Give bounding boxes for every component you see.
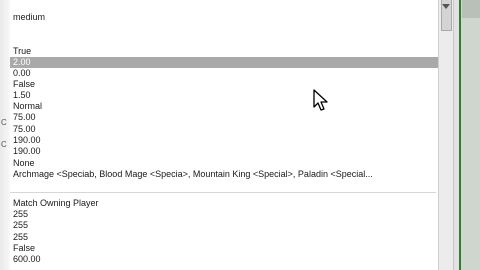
value-row[interactable]: False bbox=[10, 79, 438, 90]
value-row[interactable]: Match Owning Player bbox=[10, 198, 438, 209]
value-row[interactable]: 1.50 bbox=[10, 90, 438, 101]
value-row[interactable]: True bbox=[10, 46, 438, 57]
section-divider bbox=[10, 192, 436, 193]
value-row[interactable]: 255 bbox=[10, 232, 438, 243]
value-row[interactable]: False bbox=[10, 243, 438, 254]
value-row-selected[interactable]: 2.00 bbox=[10, 57, 438, 68]
value-row[interactable]: 255 bbox=[10, 209, 438, 220]
value-row-unit-list[interactable]: Archmage <Speciab, Blood Mage <Specia>, … bbox=[10, 169, 438, 180]
left-panel-edge: C C bbox=[0, 0, 10, 270]
panel-border-accent bbox=[459, 0, 461, 270]
value-row-blank[interactable] bbox=[10, 34, 438, 45]
scroll-down-icon[interactable] bbox=[442, 4, 450, 9]
property-values-list: medium True 2.00 0.00 False 1.50 Normal … bbox=[10, 0, 438, 270]
value-row-model-detail[interactable]: medium bbox=[10, 12, 438, 23]
vertical-scrollbar[interactable] bbox=[438, 0, 453, 270]
left-edge-mark: C bbox=[1, 140, 7, 149]
value-row[interactable]: 75.00 bbox=[10, 124, 438, 135]
value-row-blank[interactable] bbox=[10, 180, 438, 191]
value-row[interactable]: 600.00 bbox=[10, 254, 438, 265]
value-row[interactable]: Normal bbox=[10, 101, 438, 112]
side-panel bbox=[459, 0, 480, 270]
value-row[interactable]: 75.00 bbox=[10, 112, 438, 123]
value-row[interactable]: 255 bbox=[10, 220, 438, 231]
value-row[interactable]: 190.00 bbox=[10, 135, 438, 146]
value-row-blank[interactable] bbox=[10, 23, 438, 34]
value-row[interactable]: None bbox=[10, 158, 438, 169]
side-panel-tab[interactable] bbox=[462, 0, 480, 18]
mouse-cursor-icon bbox=[313, 89, 328, 111]
value-row[interactable]: 190.00 bbox=[10, 146, 438, 157]
value-row[interactable]: 0.00 bbox=[10, 68, 438, 79]
left-edge-mark: C bbox=[1, 118, 7, 127]
